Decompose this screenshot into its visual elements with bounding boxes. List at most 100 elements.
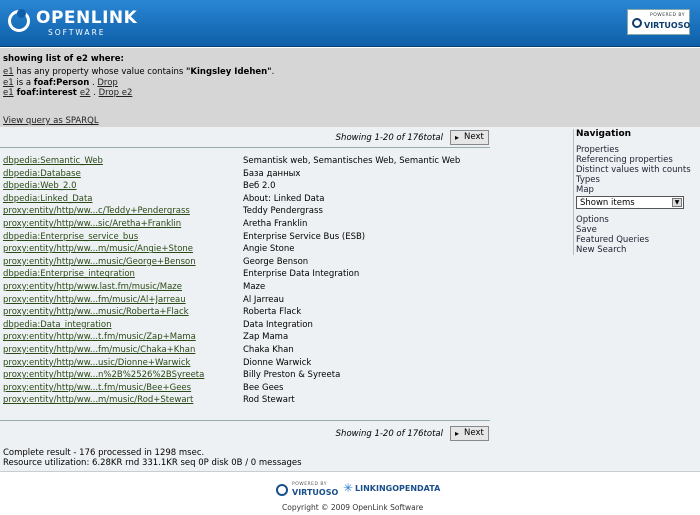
result-row: dbpedia:Enterprise_integration Enterprise… (3, 269, 490, 282)
lod-icon: ✳ (343, 481, 354, 495)
result-entity-link[interactable]: dbpedia:Semantic_Web (3, 156, 103, 166)
chevron-down-icon[interactable]: ▼ (672, 198, 682, 207)
result-label: Roberta Flack (243, 307, 302, 318)
result-label: Aretha Franklin (243, 218, 308, 229)
result-entity-link[interactable]: dbpedia:Enterprise_service_bus (3, 232, 138, 242)
result-label: Data Integration (243, 319, 313, 330)
result-label: Angie Stone (243, 244, 295, 255)
result-entity-link[interactable]: proxy:entity/http/ww...usic/Dionne+Warwi… (3, 358, 190, 368)
nav-link-save[interactable]: Save (576, 225, 698, 235)
navigation-panel: Navigation Properties Referencing propert… (573, 129, 698, 255)
result-row: proxy:entity/http/ww...music/George+Bens… (3, 257, 490, 270)
nav-link-featured-queries[interactable]: Featured Queries (576, 235, 698, 245)
var-e1-link[interactable]: e1 (3, 88, 14, 98)
result-label: Enterprise Data Integration (243, 269, 360, 280)
result-entity-link[interactable]: dbpedia:Linked_Data (3, 194, 93, 204)
result-label: Zap Mama (243, 332, 289, 343)
next-button[interactable]: Next (450, 426, 489, 441)
view-select[interactable]: Shown items ▼ (576, 196, 684, 209)
logo-name: OPENLINK (36, 8, 138, 28)
result-row: proxy:entity/http/ww...n%2B%2526%2BSyree… (3, 370, 490, 383)
copyright: Copyright © 2009 OpenLink Software (282, 503, 424, 512)
result-label: База данных (243, 168, 301, 179)
footer-virtuoso-text: VIRTUOSO (292, 488, 339, 497)
result-label: Al Jarreau (243, 294, 285, 305)
query-title: showing list of e2 where: (3, 54, 124, 64)
result-entity-link[interactable]: dbpedia:Web_2.0 (3, 181, 77, 191)
result-label: Rod Stewart (243, 395, 295, 406)
nav-link-types[interactable]: Types (576, 175, 698, 185)
drop-link[interactable]: Drop (97, 78, 117, 88)
result-label: Billy Preston & Syreeta (243, 370, 341, 381)
lod-logo[interactable]: ✳ LINKINGOPENDATA (343, 481, 440, 495)
view-sparql-link[interactable]: View query as SPARQL (3, 116, 99, 126)
result-row: proxy:entity/http/ww...m/music/Rod+Stewa… (3, 395, 490, 408)
result-entity-link[interactable]: proxy:entity/http/ww...music/George+Bens… (3, 257, 196, 267)
result-row: proxy:entity/http/ww...t.fm/music/Bee+Ge… (3, 383, 490, 396)
pager-bottom: Showing 1-20 of 176total Next (0, 425, 490, 443)
badge-powered-text: POWERED BY (650, 13, 686, 18)
result-row: proxy:entity/http/ww...fm/music/Chaka+Kh… (3, 345, 490, 358)
next-button[interactable]: Next (450, 130, 489, 145)
condition-value: "Kingsley Idehen" (186, 67, 272, 77)
result-entity-link[interactable]: proxy:entity/http/ww...t.fm/music/Bee+Ge… (3, 383, 191, 393)
result-entity-link[interactable]: dbpedia:Data_integration (3, 320, 111, 330)
result-label: George Benson (243, 256, 309, 267)
page-header: OPENLINK SOFTWARE POWERED BY VIRTUOSO (0, 0, 700, 47)
result-row: proxy:entity/http/ww...sic/Aretha+Frankl… (3, 219, 490, 232)
result-entity-link[interactable]: proxy:entity/http/ww...fm/music/Al+Jarre… (3, 295, 186, 305)
condition-text: has any property whose value contains (13, 67, 186, 77)
condition-type: foaf:Person (33, 78, 90, 88)
var-e1-link[interactable]: e1 (3, 67, 14, 77)
condition-property: foaf:interest (13, 88, 80, 98)
var-e2-link[interactable]: e2 (80, 88, 91, 98)
result-entity-link[interactable]: proxy:entity/http/ww...m/music/Angie+Sto… (3, 244, 193, 254)
condition-end: . (271, 67, 275, 77)
virtuoso-icon (276, 484, 288, 496)
var-e1-link[interactable]: e1 (3, 78, 14, 88)
result-row: dbpedia:Web_2.0 Веб 2.0 (3, 181, 490, 194)
result-label: Enterprise Service Bus (ESB) (243, 231, 366, 242)
nav-link-distinct-values-with-counts[interactable]: Distinct values with counts (576, 165, 698, 175)
nav-link-map[interactable]: Map (576, 185, 698, 195)
pager-top: Showing 1-20 of 176total Next (0, 129, 490, 147)
view-select-value: Shown items (580, 198, 635, 208)
result-label: Teddy Pendergrass (243, 206, 323, 217)
openlink-logo-icon (8, 9, 30, 32)
result-entity-link[interactable]: proxy:entity/http/ww...m/music/Rod+Stewa… (3, 395, 193, 405)
divider (0, 420, 490, 421)
result-entity-link[interactable]: dbpedia:Database (3, 169, 81, 179)
result-row: proxy:entity/http/www.last.fm/music/Maze… (3, 282, 490, 295)
result-entity-link[interactable]: proxy:entity/http/ww...music/Roberta+Fla… (3, 307, 189, 317)
virtuoso-badge[interactable]: POWERED BY VIRTUOSO (627, 9, 690, 35)
result-entity-link[interactable]: proxy:entity/http/ww...sic/Aretha+Frankl… (3, 219, 181, 229)
nav-link-new-search[interactable]: New Search (576, 245, 698, 255)
result-entity-link[interactable]: proxy:entity/http/ww...t.fm/music/Zap+Ma… (3, 332, 196, 342)
nav-link-referencing-properties[interactable]: Referencing properties (576, 155, 698, 165)
results-area: Showing 1-20 of 176total Next dbpedia:Se… (0, 127, 700, 471)
result-label: Chaka Khan (243, 344, 294, 355)
query-description: showing list of e2 where: e1 has any pro… (0, 48, 700, 127)
result-entity-link[interactable]: dbpedia:Enterprise_integration (3, 269, 135, 279)
condition-sep: . (90, 88, 99, 98)
result-entity-link[interactable]: proxy:entity/http/www.last.fm/music/Maze (3, 282, 182, 292)
logo-sub: SOFTWARE (48, 28, 106, 37)
nav-link-properties[interactable]: Properties (576, 145, 698, 155)
result-entity-link[interactable]: proxy:entity/http/ww...fm/music/Chaka+Kh… (3, 345, 195, 355)
result-label: About: Linked Data (243, 193, 325, 204)
status-line: Complete result - 176 processed in 1298 … (3, 448, 205, 458)
query-condition-1: e1 has any property whose value contains… (3, 67, 274, 77)
footer-powered-text: POWERED BY (292, 482, 328, 487)
query-condition-3: e1 foaf:interest e2 . Drop e2 (3, 88, 132, 98)
result-entity-link[interactable]: proxy:entity/http/ww...c/Teddy+Pendergra… (3, 206, 190, 216)
badge-name-text: VIRTUOSO (644, 21, 691, 30)
result-row: proxy:entity/http/ww...fm/music/Al+Jarre… (3, 295, 490, 308)
result-row: proxy:entity/http/ww...t.fm/music/Zap+Ma… (3, 332, 490, 345)
query-condition-2: e1 is a foaf:Person . Drop (3, 78, 118, 88)
result-entity-link[interactable]: proxy:entity/http/ww...n%2B%2526%2BSyree… (3, 370, 204, 380)
nav-link-options[interactable]: Options (576, 215, 698, 225)
virtuoso-icon (632, 18, 642, 28)
result-label: Maze (243, 281, 266, 292)
drop-e2-link[interactable]: Drop e2 (99, 88, 133, 98)
result-row: proxy:entity/http/ww...m/music/Angie+Sto… (3, 244, 490, 257)
